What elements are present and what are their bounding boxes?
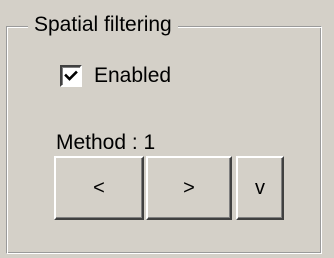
dropdown-button-label: v	[255, 176, 265, 199]
enabled-checkbox[interactable]	[60, 65, 82, 87]
next-button-label: >	[183, 176, 195, 199]
method-dropdown-button[interactable]: v	[236, 156, 284, 220]
previous-method-button[interactable]: <	[54, 156, 144, 220]
spatial-filtering-panel: Spatial filtering Enabled Method : 1 < >…	[0, 0, 334, 258]
enabled-checkbox-label[interactable]: Enabled	[94, 63, 171, 89]
previous-button-label: <	[93, 176, 105, 199]
next-method-button[interactable]: >	[146, 156, 232, 220]
enabled-checkbox-row[interactable]: Enabled	[60, 62, 171, 90]
method-label: Method : 1	[56, 131, 156, 154]
checkmark-icon	[64, 70, 78, 81]
groupbox-title: Spatial filtering	[28, 12, 178, 38]
